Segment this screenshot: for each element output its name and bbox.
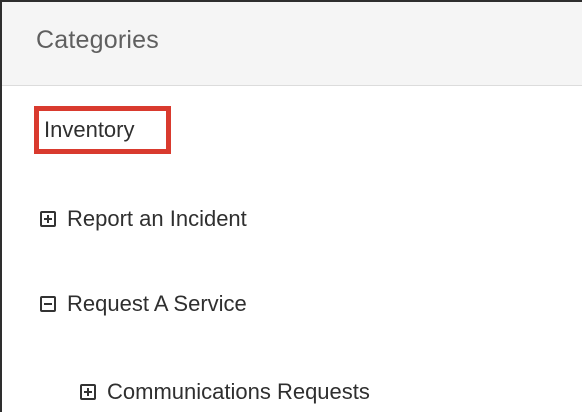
- plus-box-icon[interactable]: [80, 384, 96, 400]
- panel-title: Categories: [36, 26, 159, 54]
- category-label: Communications Requests: [107, 379, 370, 404]
- category-label: Request A Service: [67, 291, 247, 316]
- category-item-request-a-service[interactable]: Request A Service: [40, 284, 247, 324]
- category-item-inventory[interactable]: Inventory: [34, 106, 171, 154]
- category-item-report-an-incident[interactable]: Report an Incident: [40, 199, 247, 239]
- category-label: Report an Incident: [67, 206, 247, 231]
- plus-box-icon[interactable]: [40, 211, 56, 227]
- category-label-inventory: Inventory: [44, 117, 135, 142]
- category-item-communications-requests[interactable]: Communications Requests: [80, 372, 370, 412]
- categories-panel: Categories Inventory Report an Incident …: [0, 0, 582, 412]
- minus-box-icon[interactable]: [40, 296, 56, 312]
- panel-header: Categories: [2, 2, 582, 86]
